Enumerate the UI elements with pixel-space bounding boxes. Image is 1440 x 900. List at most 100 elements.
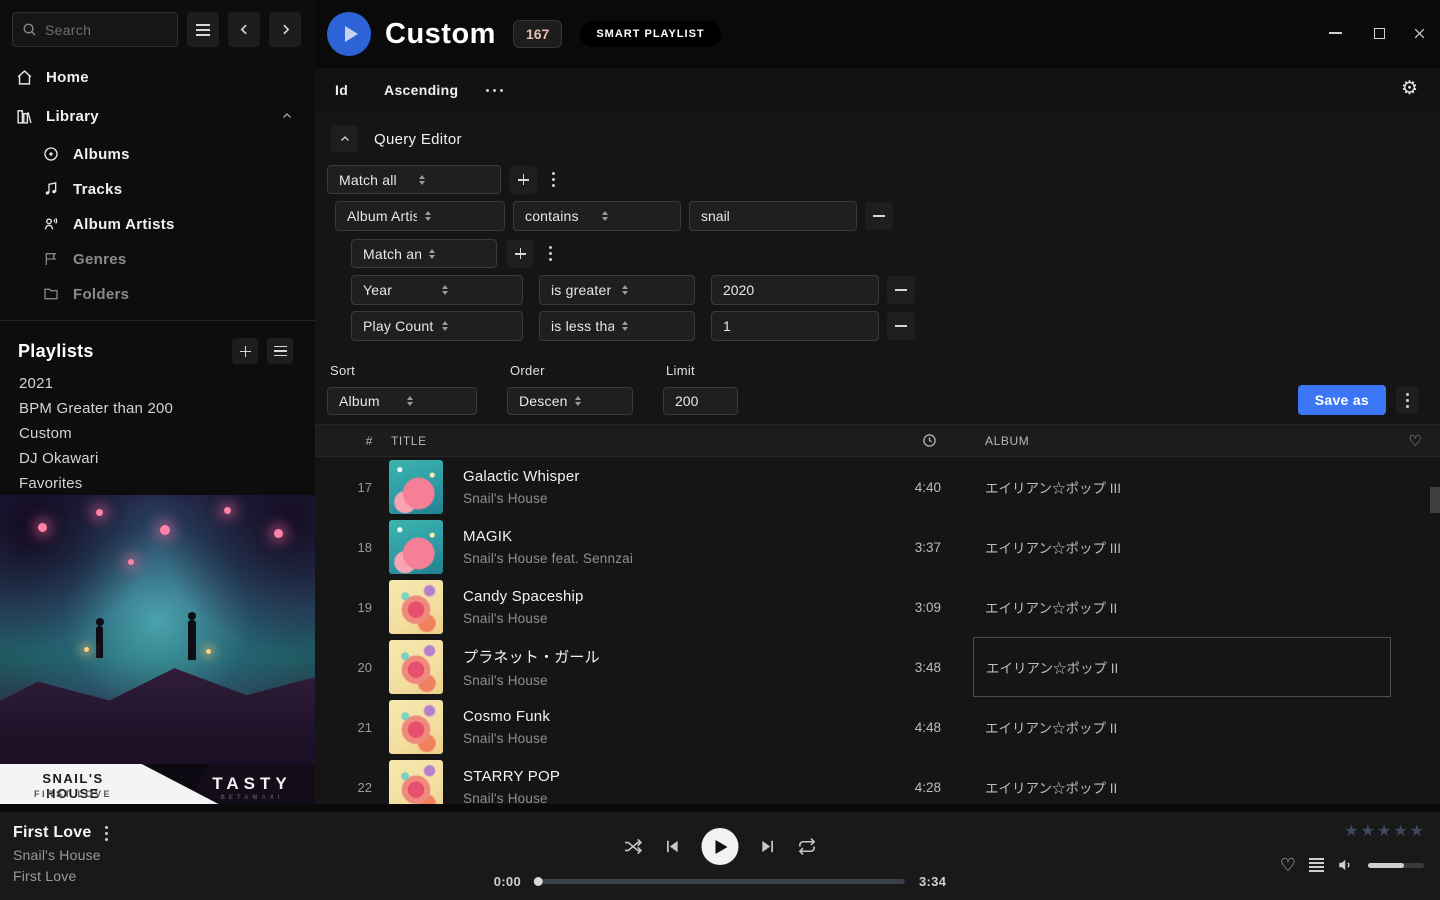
match-select[interactable]: Match all	[327, 165, 501, 194]
track-row[interactable]: 18 MAGIKSnail's House feat. Sennzai 3:37…	[315, 517, 1440, 577]
playlist-item[interactable]: 2021	[0, 371, 315, 396]
column-title[interactable]: TITLE	[389, 434, 857, 448]
column-favorite-heart-icon[interactable]: ♡	[1391, 432, 1440, 450]
column-album[interactable]: ALBUM	[973, 434, 1391, 448]
rule-value-input[interactable]	[711, 311, 879, 341]
sidebar-item-albums[interactable]: Albums	[0, 140, 315, 168]
track-album[interactable]: エイリアン☆ポップ II	[973, 697, 1391, 757]
lantern-dot	[224, 507, 231, 514]
art-figure-left	[96, 626, 103, 658]
add-rule-button[interactable]	[506, 240, 534, 268]
sidebar-item-album-artists[interactable]: Album Artists	[0, 210, 315, 238]
star-icon[interactable]: ★	[1377, 824, 1391, 840]
sidebar-item-genres[interactable]: Genres	[0, 245, 315, 273]
playlist-item[interactable]: BPM Greater than 200	[0, 396, 315, 421]
track-row[interactable]: 21 Cosmo FunkSnail's House 4:48 エイリアン☆ポッ…	[315, 697, 1440, 757]
query-sort-value: Album	[339, 393, 399, 409]
query-sort-select[interactable]: Album	[327, 387, 477, 415]
playlist-header: Custom 167 SMART PLAYLIST	[315, 0, 1440, 68]
window-minimize-button[interactable]	[1326, 24, 1344, 42]
rating-stars: ★★★★★	[1344, 824, 1424, 840]
rule-operator-select[interactable]: is less than	[539, 311, 695, 341]
query-order-select[interactable]: Descending	[507, 387, 633, 415]
volume-icon[interactable]	[1337, 856, 1355, 874]
chevron-right-icon	[279, 23, 292, 36]
more-options-icon[interactable]	[486, 89, 503, 92]
star-icon[interactable]: ★	[1410, 824, 1424, 840]
match-select[interactable]: Match any	[351, 239, 497, 268]
playlist-list-button[interactable]	[267, 338, 293, 364]
remove-rule-button[interactable]	[887, 312, 915, 340]
star-icon[interactable]: ★	[1361, 824, 1375, 840]
previous-button[interactable]	[664, 838, 681, 855]
playlist-item[interactable]: Favorites	[0, 471, 315, 496]
column-number[interactable]: #	[315, 434, 389, 448]
chevron-up-icon	[339, 133, 351, 145]
playlist-item[interactable]: Custom	[0, 421, 315, 446]
column-duration[interactable]	[857, 433, 941, 448]
rule-field-select[interactable]: Year	[351, 275, 523, 305]
sidebar-item-library[interactable]: Library	[0, 101, 315, 131]
rule-field-select[interactable]: Album Artist	[335, 201, 505, 231]
play-pause-button[interactable]	[702, 828, 739, 865]
track-album[interactable]: エイリアン☆ポップ II	[973, 577, 1391, 637]
select-caret-icon	[419, 175, 491, 185]
save-options-button[interactable]	[1396, 386, 1418, 414]
limit-input[interactable]	[663, 387, 738, 415]
remove-rule-button[interactable]	[865, 202, 893, 230]
track-title: Cosmo Funk	[463, 708, 857, 725]
rule-value-input[interactable]	[711, 275, 879, 305]
track-row[interactable]: 19 Candy SpaceshipSnail's House 3:09 エイリ…	[315, 577, 1440, 637]
queue-icon[interactable]	[1309, 858, 1324, 872]
add-rule-button[interactable]	[509, 166, 537, 194]
rule-operator-select[interactable]: contains	[513, 201, 681, 231]
menu-button[interactable]	[187, 12, 219, 47]
sidebar-item-home[interactable]: Home	[0, 62, 315, 92]
scrollbar-thumb[interactable]	[1430, 487, 1440, 513]
next-button[interactable]	[760, 838, 777, 855]
track-album[interactable]: エイリアン☆ポップ III	[973, 517, 1391, 577]
track-row[interactable]: 22 STARRY POPSnail's House 4:28 エイリアン☆ポッ…	[315, 757, 1440, 804]
window-maximize-button[interactable]	[1370, 24, 1388, 42]
sidebar-item-folders[interactable]: Folders	[0, 280, 315, 308]
chevron-up-icon[interactable]	[281, 110, 293, 122]
gear-icon[interactable]: ⚙	[1401, 79, 1418, 98]
group-options-icon[interactable]	[552, 172, 555, 187]
track-album-focused[interactable]: エイリアン☆ポップ II	[973, 637, 1391, 697]
sidebar-item-tracks[interactable]: Tracks	[0, 175, 315, 203]
sort-direction-button[interactable]: Ascending	[384, 82, 458, 98]
repeat-button[interactable]	[798, 837, 817, 856]
music-note-icon	[43, 181, 59, 197]
sort-field-button[interactable]: Id	[335, 82, 348, 98]
now-playing-album-art[interactable]: SNAIL'S HOUSE FIRST LOVE TASTY BETAMAXI	[0, 495, 315, 810]
rule-field-select[interactable]: Play Count	[351, 311, 523, 341]
star-icon[interactable]: ★	[1344, 824, 1358, 840]
track-album-art	[389, 700, 443, 754]
add-playlist-button[interactable]	[232, 338, 258, 364]
lantern-dot	[84, 647, 89, 652]
volume-slider[interactable]	[1368, 863, 1424, 868]
forward-button[interactable]	[269, 12, 301, 47]
track-row[interactable]: 20 プラネット・ガールSnail's House 3:48 エイリアン☆ポップ…	[315, 637, 1440, 697]
favorite-heart-icon[interactable]: ♡	[1280, 856, 1296, 874]
track-album[interactable]: エイリアン☆ポップ II	[973, 757, 1391, 804]
rule-value-input[interactable]	[689, 201, 857, 231]
track-row[interactable]: 17 Galactic WhisperSnail's House 4:40 エイ…	[315, 457, 1440, 517]
track-album[interactable]: エイリアン☆ポップ III	[973, 457, 1391, 517]
back-button[interactable]	[228, 12, 260, 47]
shuffle-button[interactable]	[624, 837, 643, 856]
play-playlist-button[interactable]	[327, 12, 371, 56]
window-close-button[interactable]	[1410, 24, 1428, 42]
now-playing-options-icon[interactable]	[105, 826, 108, 841]
save-as-button[interactable]: Save as	[1298, 385, 1386, 415]
rule-operator-select[interactable]: is greater than	[539, 275, 695, 305]
chevron-left-icon	[238, 23, 251, 36]
star-icon[interactable]: ★	[1393, 824, 1407, 840]
rule-operator-value: contains	[525, 208, 594, 224]
collapse-query-button[interactable]	[331, 126, 358, 152]
group-options-icon[interactable]	[549, 246, 552, 261]
progress-knob[interactable]	[534, 877, 543, 886]
progress-bar[interactable]	[535, 879, 905, 884]
remove-rule-button[interactable]	[887, 276, 915, 304]
playlist-item[interactable]: DJ Okawari	[0, 446, 315, 471]
